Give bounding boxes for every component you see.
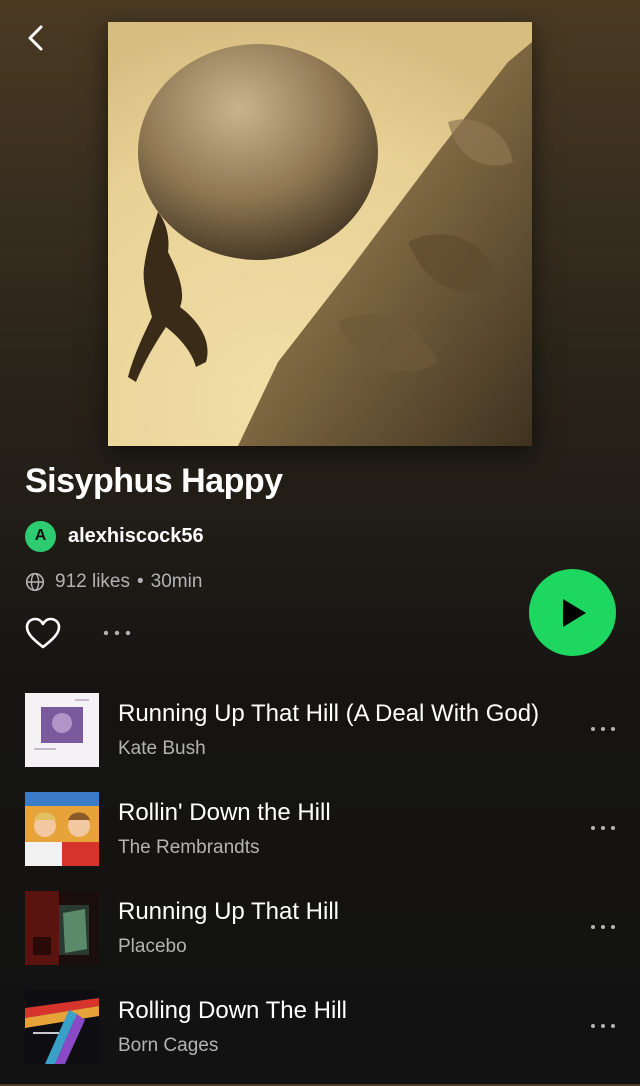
track-more-button[interactable] bbox=[586, 716, 620, 742]
playlist-cover-image bbox=[108, 22, 532, 446]
more-horizontal-icon bbox=[591, 826, 615, 830]
album-art bbox=[25, 792, 99, 866]
track-artist: Born Cages bbox=[118, 1035, 219, 1056]
playlist-owner[interactable]: A alexhiscock56 bbox=[25, 520, 204, 552]
more-horizontal-icon bbox=[591, 727, 615, 731]
album-art bbox=[25, 891, 99, 965]
track-row[interactable]: Rollin' Down the Hill The Rembrandts bbox=[0, 789, 640, 888]
track-title: Rollin' Down the Hill bbox=[118, 799, 331, 826]
track-more-button[interactable] bbox=[586, 815, 620, 841]
owner-name: alexhiscock56 bbox=[68, 524, 204, 547]
globe-icon bbox=[25, 572, 45, 592]
owner-avatar: A bbox=[25, 520, 56, 552]
meta-separator: • bbox=[137, 571, 144, 592]
track-row[interactable]: Running Up That Hill Placebo bbox=[0, 888, 640, 987]
likes-count: 912 likes bbox=[55, 571, 130, 592]
track-artist: The Rembrandts bbox=[118, 837, 260, 858]
play-icon bbox=[562, 598, 586, 627]
track-title: Running Up That Hill bbox=[118, 898, 340, 925]
playlist-meta: 912 likes • 30min bbox=[25, 568, 202, 596]
track-row[interactable]: Rolling Down The Hill Born Cages bbox=[0, 987, 640, 1086]
playlist-duration: 30min bbox=[150, 571, 203, 592]
track-row[interactable]: Running Up That Hill (A Deal With God) K… bbox=[0, 690, 640, 789]
album-art bbox=[25, 990, 99, 1064]
track-artist: Kate Bush bbox=[118, 738, 206, 759]
playlist-title: Sisyphus Happy bbox=[25, 462, 283, 500]
track-list: Running Up That Hill (A Deal With God) K… bbox=[0, 690, 640, 1086]
more-horizontal-icon bbox=[591, 925, 615, 929]
heart-outline-icon bbox=[25, 617, 61, 649]
more-horizontal-icon bbox=[103, 630, 131, 636]
chevron-left-icon bbox=[28, 25, 43, 51]
playlist-more-button[interactable] bbox=[100, 618, 134, 648]
more-horizontal-icon bbox=[591, 1024, 615, 1028]
track-more-button[interactable] bbox=[586, 914, 620, 940]
back-button[interactable] bbox=[20, 20, 52, 56]
album-art bbox=[25, 693, 99, 767]
like-button[interactable] bbox=[24, 614, 62, 652]
track-more-button[interactable] bbox=[586, 1013, 620, 1039]
track-title: Rolling Down The Hill bbox=[118, 997, 347, 1024]
play-button[interactable] bbox=[529, 569, 616, 656]
track-title: Running Up That Hill (A Deal With God) bbox=[118, 700, 540, 727]
track-artist: Placebo bbox=[118, 936, 187, 957]
